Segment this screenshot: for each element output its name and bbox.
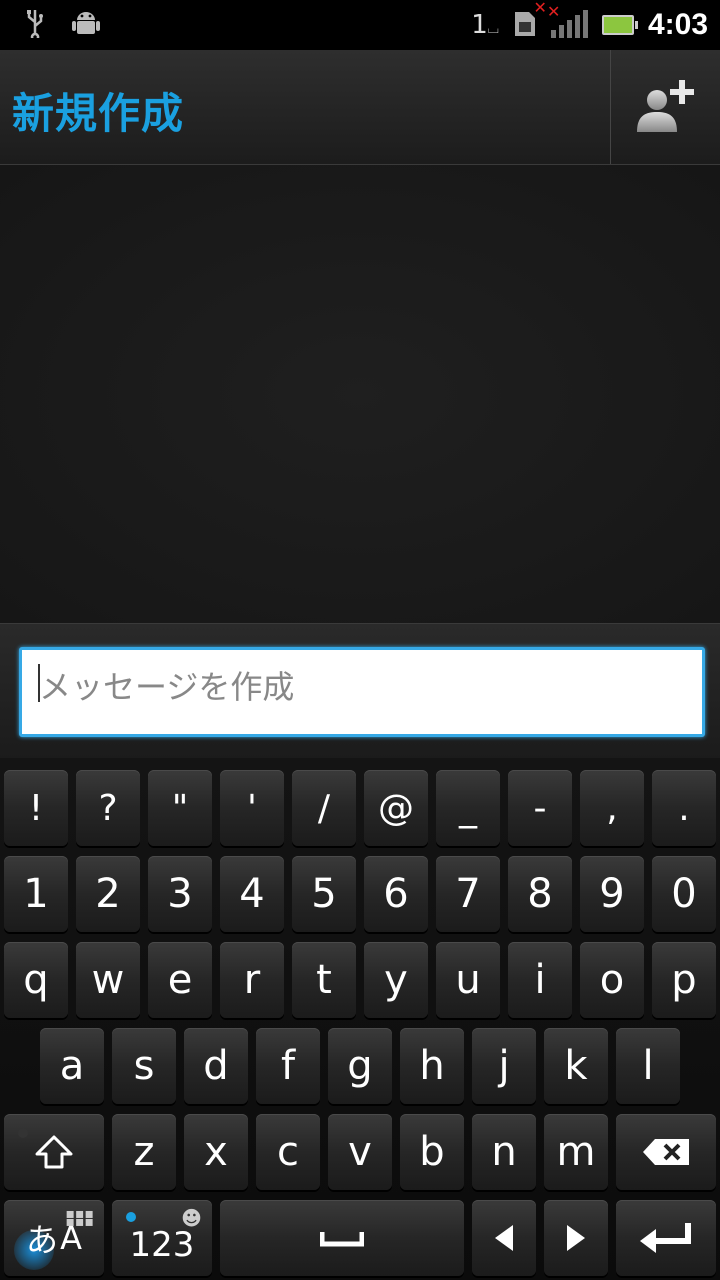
key-hyphen[interactable]: - [508, 770, 572, 846]
key-n[interactable]: n [472, 1114, 536, 1190]
key-a[interactable]: a [40, 1028, 104, 1104]
key-c[interactable]: c [256, 1114, 320, 1190]
key-0[interactable]: 0 [652, 856, 716, 932]
battery-icon [601, 15, 638, 35]
sim-slot-number: 1 [471, 10, 488, 40]
key-p[interactable]: p [652, 942, 716, 1018]
key-1[interactable]: 1 [4, 856, 68, 932]
action-bar: 新規作成 [0, 50, 720, 165]
cursor-left-key[interactable] [472, 1200, 536, 1276]
key-single-quote[interactable]: ' [220, 770, 284, 846]
key-t[interactable]: t [292, 942, 356, 1018]
key-k[interactable]: k [544, 1028, 608, 1104]
key-question[interactable]: ? [76, 770, 140, 846]
no-signal-x-icon: ✕ [546, 2, 561, 21]
hiragana-mode-label: あ [26, 1221, 59, 1259]
shift-key[interactable] [4, 1114, 104, 1190]
key-d[interactable]: d [184, 1028, 248, 1104]
arrow-right-icon [567, 1225, 585, 1251]
usb-icon [24, 8, 46, 42]
compose-bar: メッセージを作成 [0, 623, 720, 759]
key-comma[interactable]: , [580, 770, 644, 846]
key-m[interactable]: m [544, 1114, 608, 1190]
key-e[interactable]: e [148, 942, 212, 1018]
space-key[interactable] [220, 1200, 464, 1276]
key-j[interactable]: j [472, 1028, 536, 1104]
key-slash[interactable]: / [292, 770, 356, 846]
conversation-area [0, 165, 720, 623]
signal-icon: ✕ [547, 4, 588, 38]
software-keyboard: ! ? " ' / @ _ - , . 1 2 3 4 5 6 7 8 9 0 … [0, 758, 720, 1280]
add-recipient-button[interactable] [611, 50, 720, 164]
mode-indicator-dot [126, 1212, 136, 1222]
key-b[interactable]: b [400, 1114, 464, 1190]
key-s[interactable]: s [112, 1028, 176, 1104]
key-2[interactable]: 2 [76, 856, 140, 932]
sim-card-icon: ✕ [513, 0, 547, 42]
key-6[interactable]: 6 [364, 856, 428, 932]
key-3[interactable]: 3 [148, 856, 212, 932]
key-double-quote[interactable]: " [148, 770, 212, 846]
arrow-left-icon [495, 1225, 513, 1251]
key-at[interactable]: @ [364, 770, 428, 846]
key-h[interactable]: h [400, 1028, 464, 1104]
key-f[interactable]: f [256, 1028, 320, 1104]
backspace-key[interactable] [616, 1114, 716, 1190]
key-u[interactable]: u [436, 942, 500, 1018]
clock: 4:03 [647, 8, 708, 41]
cursor-right-key[interactable] [544, 1200, 608, 1276]
key-y[interactable]: y [364, 942, 428, 1018]
key-x[interactable]: x [184, 1114, 248, 1190]
key-i[interactable]: i [508, 942, 572, 1018]
numbers-mode-key[interactable]: 123 ☻ [112, 1200, 212, 1276]
message-placeholder: メッセージを作成 [39, 668, 295, 706]
add-contact-icon [636, 80, 694, 132]
enter-key[interactable] [616, 1200, 716, 1276]
shift-indicator-dot [18, 1128, 28, 1138]
key-underscore[interactable]: _ [436, 770, 500, 846]
key-8[interactable]: 8 [508, 856, 572, 932]
backspace-icon [643, 1139, 689, 1165]
sim-slot-indicator: 1⌴ [471, 10, 499, 40]
status-bar: 1⌴ ✕ ✕ 4:03 [0, 0, 720, 50]
android-debug-icon [72, 8, 100, 42]
page-title: 新規作成 [12, 89, 185, 138]
key-r[interactable]: r [220, 942, 284, 1018]
key-o[interactable]: o [580, 942, 644, 1018]
key-w[interactable]: w [76, 942, 140, 1018]
key-5[interactable]: 5 [292, 856, 356, 932]
key-z[interactable]: z [112, 1114, 176, 1190]
grid-icon: ▪▪▪ ▪▪▪ [65, 1206, 94, 1230]
input-mode-key[interactable]: あ A ▪▪▪ ▪▪▪ [4, 1200, 104, 1276]
emoji-icon: ☻ [181, 1206, 202, 1230]
key-g[interactable]: g [328, 1028, 392, 1104]
shift-icon [35, 1135, 73, 1169]
key-4[interactable]: 4 [220, 856, 284, 932]
key-7[interactable]: 7 [436, 856, 500, 932]
key-q[interactable]: q [4, 942, 68, 1018]
key-exclamation[interactable]: ! [4, 770, 68, 846]
key-v[interactable]: v [328, 1114, 392, 1190]
numbers-mode-label: 123 [129, 1225, 195, 1265]
no-sim-x-icon: ✕ [533, 0, 547, 17]
key-9[interactable]: 9 [580, 856, 644, 932]
key-l[interactable]: l [616, 1028, 680, 1104]
space-icon [320, 1232, 364, 1247]
enter-icon [640, 1223, 691, 1253]
key-period[interactable]: . [652, 770, 716, 846]
message-input[interactable]: メッセージを作成 [19, 647, 705, 737]
